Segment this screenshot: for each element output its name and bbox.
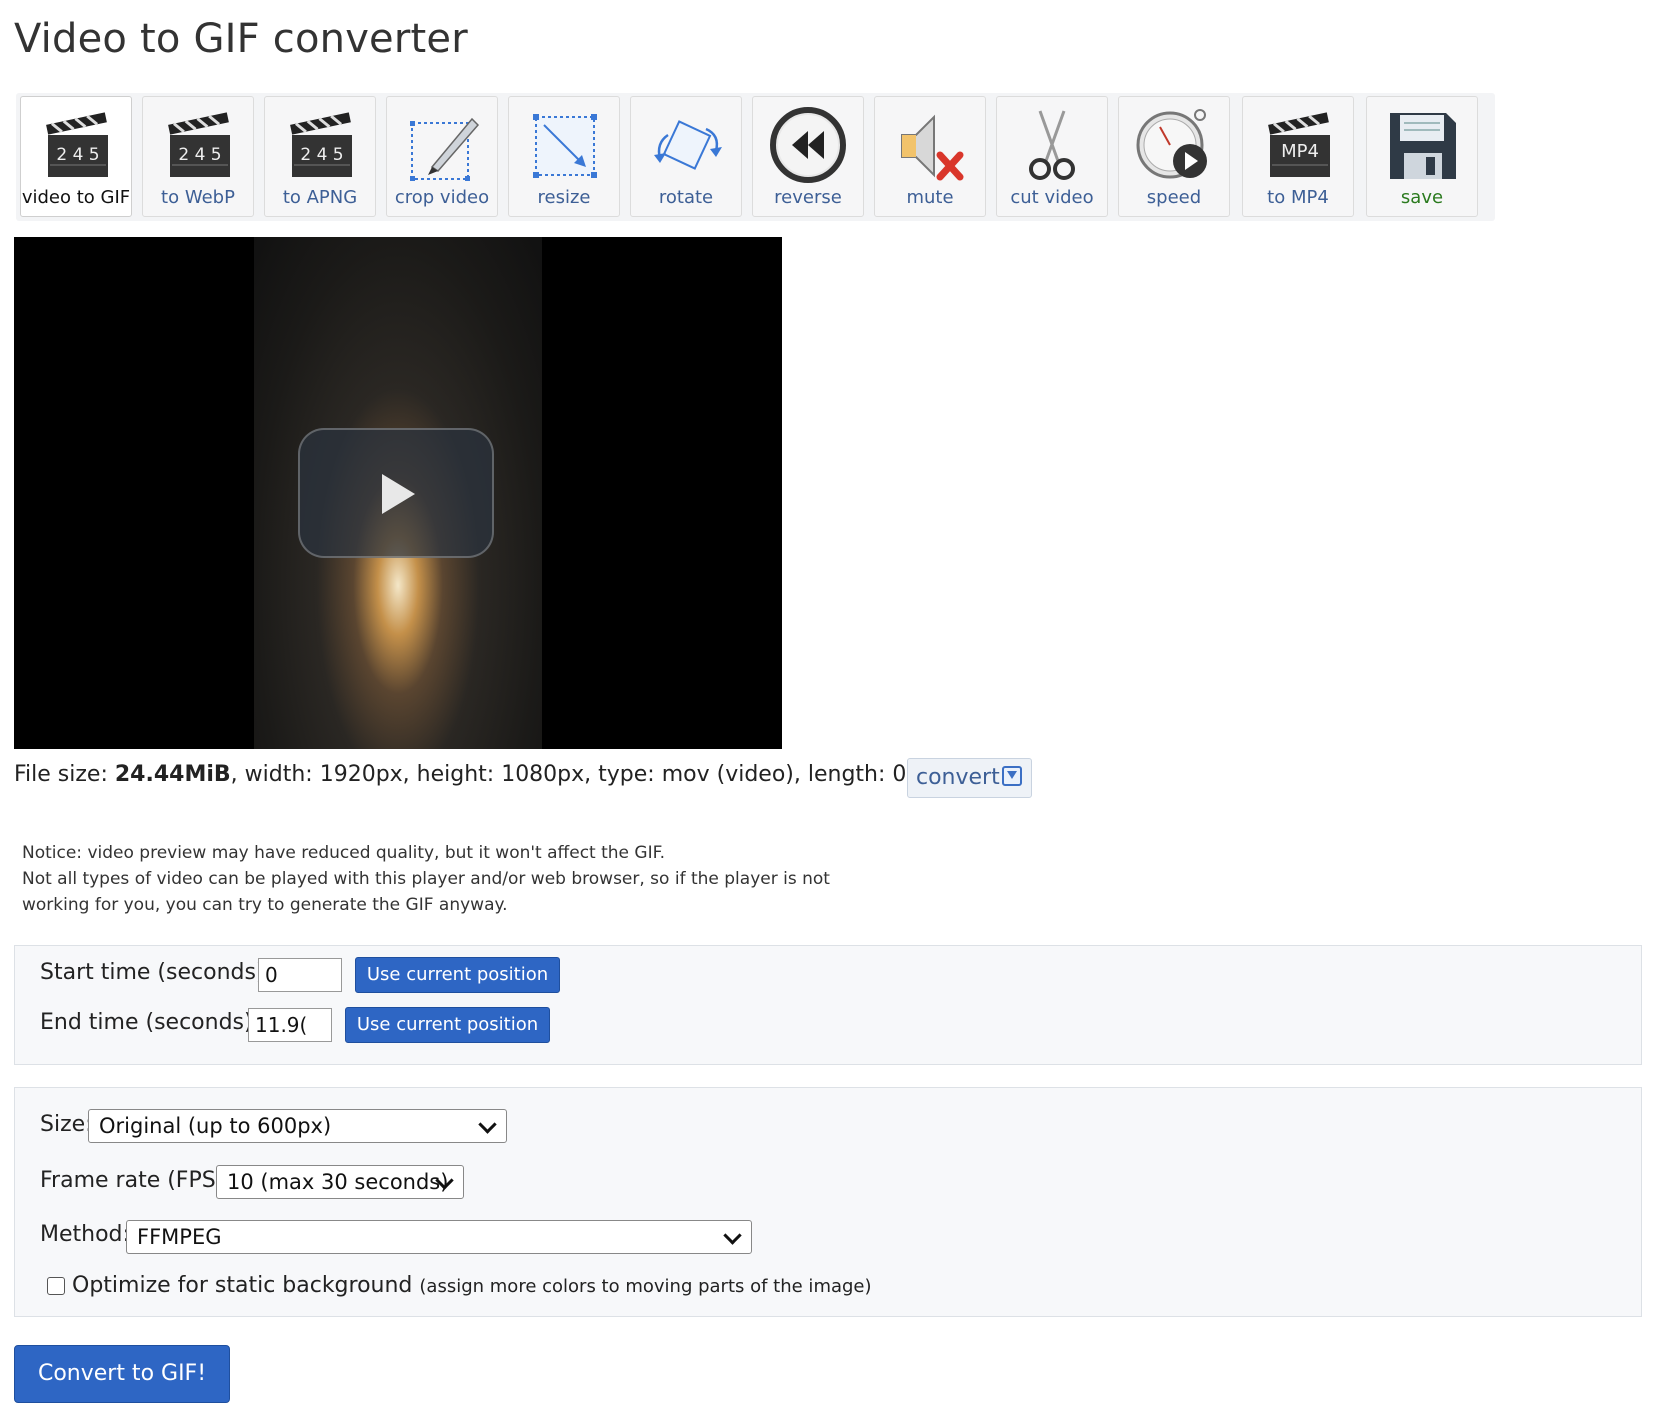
size-select-value: Original (up to 600px) bbox=[99, 1114, 332, 1138]
tool-cut-video[interactable]: cut video bbox=[996, 96, 1108, 217]
svg-text:2 4 5: 2 4 5 bbox=[300, 145, 343, 165]
clapperboard-mp4-icon: MP4 bbox=[1268, 112, 1330, 177]
play-button[interactable] bbox=[298, 428, 494, 558]
notice-line: Notice: video preview may have reduced q… bbox=[22, 843, 666, 863]
method-select-value: FFMPEG bbox=[137, 1225, 222, 1249]
optimize-label-main: Optimize for static background bbox=[72, 1273, 413, 1298]
tool-save[interactable]: save bbox=[1366, 96, 1478, 217]
tool-label: cut video bbox=[1010, 187, 1094, 208]
tool-reverse[interactable]: reverse bbox=[752, 96, 864, 217]
tool-video-to-gif[interactable]: 2 4 5 video to GIF bbox=[20, 96, 132, 217]
convert-button[interactable]: convert bbox=[907, 758, 1032, 798]
file-info: File size: 24.44MiB, width: 1920px, heig… bbox=[14, 762, 991, 787]
tool-label: video to GIF bbox=[21, 187, 131, 208]
tool-to-apng[interactable]: 2 4 5 to APNG bbox=[264, 96, 376, 217]
use-current-position-end-button[interactable]: Use current position bbox=[345, 1007, 550, 1043]
tool-resize[interactable]: resize bbox=[508, 96, 620, 217]
fps-label: Frame rate (FPS): bbox=[40, 1168, 232, 1193]
svg-text:MP4: MP4 bbox=[1281, 141, 1319, 162]
notice-line: Not all types of video can be played wit… bbox=[22, 869, 830, 889]
clapperboard-icon: 2 4 5 bbox=[46, 112, 108, 177]
tool-label: to WebP bbox=[161, 187, 235, 208]
svg-text:2 4 5: 2 4 5 bbox=[178, 145, 221, 165]
tool-label: rotate bbox=[658, 187, 714, 208]
size-select[interactable]: Original (up to 600px) bbox=[88, 1109, 507, 1143]
page-title: Video to GIF converter bbox=[14, 16, 468, 62]
start-time-label: Start time (seconds): bbox=[40, 960, 272, 985]
video-player[interactable] bbox=[14, 237, 782, 749]
end-time-input[interactable]: 11.9( bbox=[248, 1008, 332, 1042]
notice: Notice: video preview may have reduced q… bbox=[22, 840, 830, 918]
method-label: Method: bbox=[40, 1222, 130, 1247]
tool-rotate[interactable]: rotate bbox=[630, 96, 742, 217]
fps-select[interactable]: 10 (max 30 seconds) bbox=[216, 1165, 464, 1199]
tool-speed[interactable]: speed bbox=[1118, 96, 1230, 217]
mute-icon bbox=[901, 114, 964, 181]
start-time-input[interactable]: 0 bbox=[258, 958, 342, 992]
optimize-static-background-label[interactable]: Optimize for static background (assign m… bbox=[72, 1273, 872, 1298]
play-icon bbox=[382, 474, 415, 514]
optimize-static-background-checkbox[interactable] bbox=[47, 1277, 65, 1295]
tool-crop-video[interactable]: crop video bbox=[386, 96, 498, 217]
file-size-value: 24.44MiB bbox=[114, 762, 231, 787]
tool-toolbar: 2 4 5 video to GIF 2 4 5 to WebP 2 4 5 t… bbox=[16, 93, 1495, 221]
rotate-icon bbox=[654, 120, 722, 170]
end-time-label: End time (seconds): bbox=[40, 1010, 260, 1035]
tool-label: crop video bbox=[394, 187, 490, 208]
tool-to-webp[interactable]: 2 4 5 to WebP bbox=[142, 96, 254, 217]
stopwatch-icon bbox=[1136, 109, 1207, 179]
tool-to-mp4[interactable]: MP4 to MP4 bbox=[1242, 96, 1354, 217]
chevron-down-icon bbox=[478, 1115, 497, 1134]
notice-line: working for you, you can try to generate… bbox=[22, 895, 508, 915]
tool-label: mute bbox=[906, 187, 954, 208]
clapperboard-icon: 2 4 5 bbox=[168, 112, 230, 177]
crop-icon bbox=[410, 117, 480, 181]
fps-select-value: 10 (max 30 seconds) bbox=[227, 1170, 449, 1194]
chevron-down-icon bbox=[723, 1226, 742, 1245]
tool-label: save bbox=[1400, 187, 1444, 208]
tool-label: resize bbox=[537, 187, 591, 208]
floppy-disk-icon bbox=[1390, 113, 1456, 179]
file-details: , width: 1920px, height: 1080px, type: m… bbox=[230, 762, 992, 787]
tool-mute[interactable]: mute bbox=[874, 96, 986, 217]
method-select[interactable]: FFMPEG bbox=[126, 1220, 752, 1254]
size-label: Size: bbox=[40, 1112, 93, 1137]
svg-text:2 4 5: 2 4 5 bbox=[56, 145, 99, 165]
convert-label: convert bbox=[916, 765, 1000, 790]
file-size-label: File size: bbox=[14, 762, 115, 787]
convert-to-gif-button[interactable]: Convert to GIF! bbox=[14, 1345, 230, 1403]
rewind-icon bbox=[770, 107, 846, 183]
resize-icon bbox=[533, 114, 597, 178]
scissors-icon bbox=[1029, 110, 1075, 180]
tool-label: speed bbox=[1146, 187, 1202, 208]
tool-label: to MP4 bbox=[1267, 187, 1329, 208]
optimize-label-note: (assign more colors to moving parts of t… bbox=[419, 1276, 872, 1297]
tool-label: to APNG bbox=[282, 187, 358, 208]
download-icon bbox=[1002, 766, 1022, 786]
tool-label: reverse bbox=[774, 187, 842, 208]
clapperboard-icon: 2 4 5 bbox=[290, 112, 352, 177]
use-current-position-start-button[interactable]: Use current position bbox=[355, 957, 560, 993]
